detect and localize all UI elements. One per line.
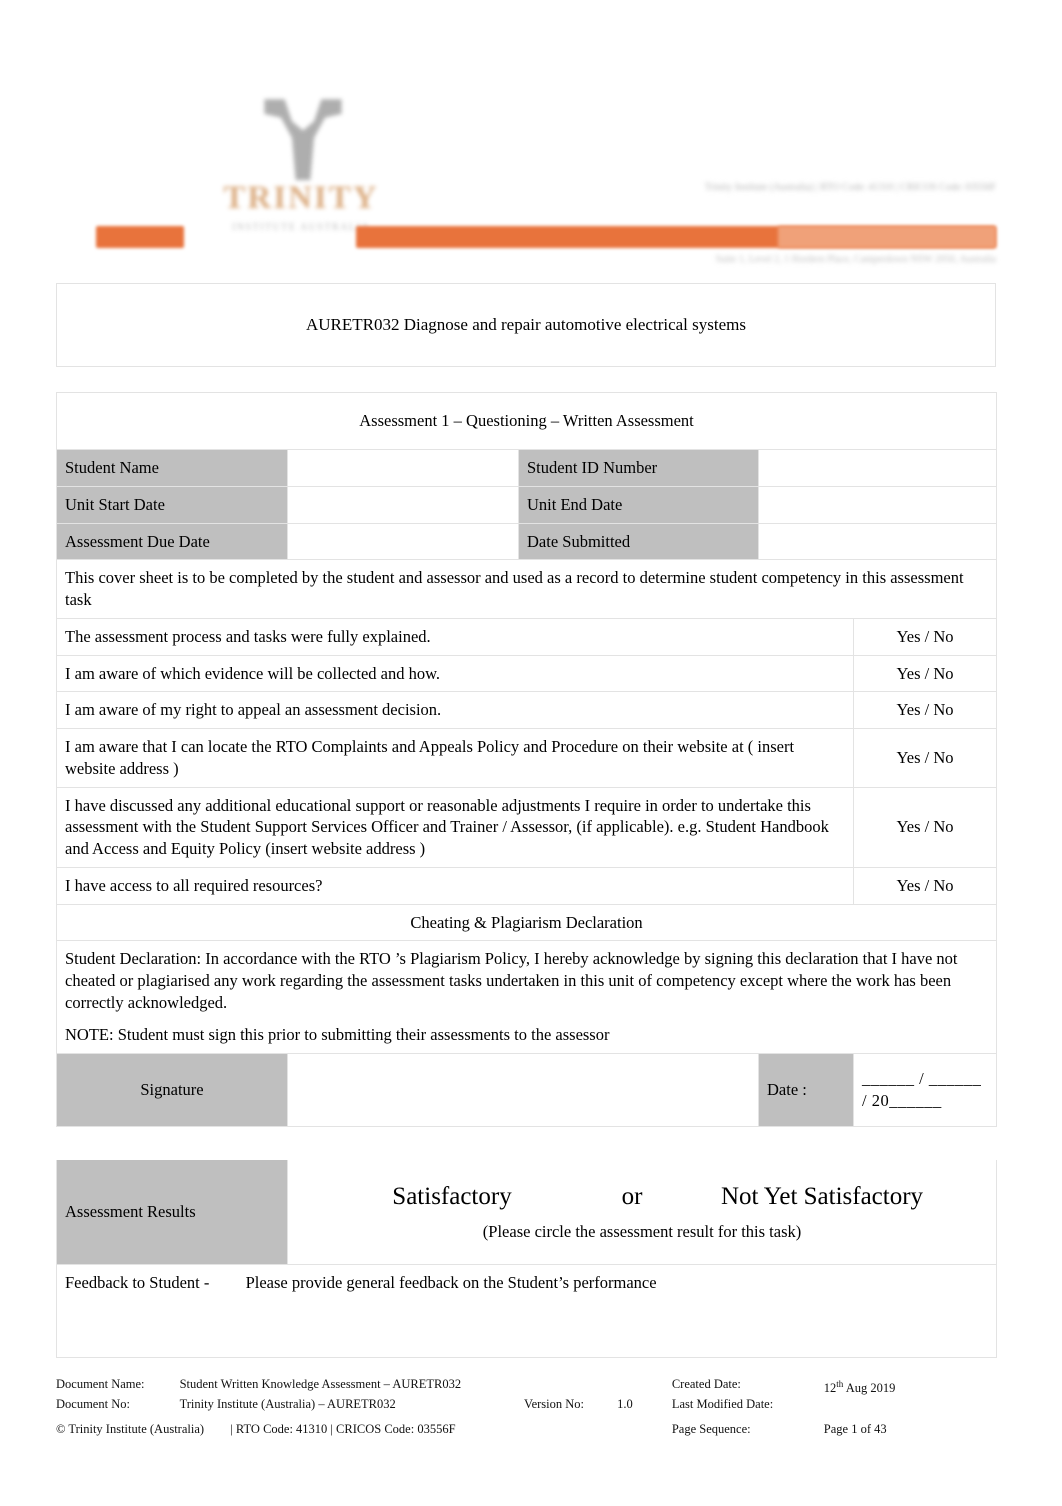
table-row: I have discussed any additional educatio… — [56, 786, 998, 868]
footer-copy-spacer-2 — [617, 1412, 672, 1437]
table-row: Assessment Results Satisfactory or Not Y… — [56, 1158, 998, 1265]
footer-created-date-label: Created Date: — [671, 1377, 741, 1391]
plagiarism-declaration-heading: Cheating & Plagiarism Declaration — [55, 903, 998, 942]
signature-input[interactable] — [287, 1052, 759, 1127]
assessment-due-date-label: Assessment Due Date — [56, 522, 288, 561]
result-not-yet-satisfactory-option[interactable]: Not Yet Satisfactory — [687, 1180, 957, 1213]
table-row: AURETR032 Diagnose and repair automotive… — [56, 283, 996, 367]
table-row: I am aware that I can locate the RTO Com… — [56, 728, 998, 788]
student-id-label: Student ID Number — [518, 449, 759, 487]
assessment-title-cell: Assessment 1 – Questioning – Written Ass… — [55, 392, 998, 450]
plagiarism-declaration-body: Student Declaration: In accordance with … — [55, 940, 998, 1054]
table-row: Feedback to Student - Please provide gen… — [55, 1263, 998, 1358]
result-choices: Satisfactory or Not Yet Satisfactory — [296, 1180, 988, 1213]
footer-document-no-label: Document No: — [56, 1397, 130, 1412]
table-row: This cover sheet is to be completed by t… — [55, 559, 998, 619]
footer-page-sequence-value: Page 1 of 43 — [823, 1422, 887, 1437]
accent-bar-left — [96, 226, 184, 248]
assessment-results-label: Assessment Results — [56, 1158, 288, 1265]
footer-last-modified-value — [824, 1396, 996, 1412]
checklist-item-1: The assessment process and tasks were fu… — [56, 617, 854, 656]
feedback-prompt: Please provide general feedback on the S… — [245, 1272, 657, 1292]
table-row: Student Declaration: In accordance with … — [55, 940, 998, 1054]
table-row: Cheating & Plagiarism Declaration — [55, 903, 998, 942]
footer-document-no-value: Trinity Institute (Australia) – AURETR03… — [179, 1397, 396, 1412]
accent-bar-right-fade — [778, 226, 996, 248]
assessment-results-options: Satisfactory or Not Yet Satisfactory (Pl… — [286, 1158, 998, 1265]
table-row: Assessment 1 – Questioning – Written Ass… — [55, 392, 998, 450]
result-instruction-note: (Please circle the assessment result for… — [482, 1222, 802, 1242]
feedback-label: Feedback to Student - — [65, 1272, 210, 1292]
footer-last-modified-label: Last Modified Date: — [671, 1397, 774, 1412]
footer-version-spacer-2 — [617, 1376, 672, 1396]
signature-label: Signature — [56, 1052, 288, 1127]
footer-copyright-line: © Trinity Institute (Australia) | RTO Co… — [56, 1412, 524, 1437]
student-id-input[interactable] — [757, 449, 998, 487]
checklist-answer-1[interactable]: Yes / No — [852, 617, 998, 656]
checklist-answer-6[interactable]: Yes / No — [852, 866, 998, 905]
footer-version-value: 1.0 — [617, 1397, 633, 1412]
unit-title-cell: AURETR032 Diagnose and repair automotive… — [56, 283, 996, 367]
checklist-item-5: I have discussed any additional educatio… — [56, 786, 854, 868]
footer-version-label: Version No: — [523, 1397, 585, 1412]
checklist-answer-4[interactable]: Yes / No — [852, 728, 998, 788]
date-submitted-input[interactable] — [757, 522, 998, 561]
student-name-label: Student Name — [56, 449, 288, 487]
table-row: I am aware of my right to appeal an asse… — [56, 691, 998, 730]
trinity-bull-icon — [264, 99, 342, 181]
table-row: The assessment process and tasks were fu… — [56, 617, 998, 656]
letterhead-address-line-2: Suite 1, Level 2, 1 Hordern Place, Campe… — [715, 254, 996, 265]
result-or-separator: or — [621, 1183, 643, 1211]
cover-sheet-table: Assessment 1 – Questioning – Written Ass… — [55, 392, 998, 1358]
letterhead: TRINITY INSTITUTE AUSTRALIA Trinity Inst… — [56, 30, 996, 275]
spacer-row — [55, 1125, 998, 1160]
unit-end-date-input[interactable] — [757, 485, 998, 524]
table-row: © Trinity Institute (Australia) | RTO Co… — [56, 1412, 996, 1437]
footer-copy-spacer-1 — [524, 1412, 617, 1437]
checklist-item-3: I am aware of my right to appeal an asse… — [56, 691, 854, 730]
footer-created-date-value: 12th Aug 2019 — [823, 1379, 896, 1396]
signature-date-label: Date : — [758, 1052, 854, 1127]
declaration-body-text: Student Declaration: In accordance with … — [65, 949, 958, 1013]
assessment-due-date-input[interactable] — [287, 522, 519, 561]
signature-date-input[interactable]: ______ / ______ / 20______ — [852, 1052, 998, 1127]
checklist-answer-2[interactable]: Yes / No — [852, 654, 998, 693]
student-name-input[interactable] — [287, 449, 519, 487]
table-row: I am aware of which evidence will be col… — [56, 654, 998, 693]
table-row: Document No: Trinity Institute (Australi… — [56, 1396, 996, 1412]
declaration-note-text: NOTE: Student must sign this prior to su… — [65, 1024, 610, 1044]
checklist-item-2: I am aware of which evidence will be col… — [56, 654, 854, 693]
table-row: Document Name: Student Written Knowledge… — [56, 1376, 996, 1396]
table-row: Student Name Student ID Number — [56, 449, 998, 487]
footer-version-spacer-1 — [524, 1376, 617, 1396]
footer-document-name-label: Document Name: — [56, 1377, 145, 1391]
unit-start-date-input[interactable] — [287, 485, 519, 524]
unit-title-table: AURETR032 Diagnose and repair automotive… — [56, 283, 996, 367]
table-row — [55, 1125, 998, 1160]
table-row: Signature Date : ______ / ______ / 20___… — [56, 1052, 998, 1127]
table-row: Assessment Due Date Date Submitted — [56, 522, 998, 561]
letterhead-address-line-1: Trinity Institute (Australia) | RTO Code… — [704, 182, 996, 193]
date-submitted-label: Date Submitted — [518, 522, 759, 561]
footer-page-sequence-label: Page Sequence: — [671, 1422, 751, 1437]
result-satisfactory-option[interactable]: Satisfactory — [327, 1180, 577, 1213]
logo-wordmark: TRINITY — [223, 180, 379, 216]
unit-start-date-label: Unit Start Date — [56, 485, 288, 524]
footer-copyright: © Trinity Institute (Australia) — [56, 1422, 205, 1437]
checklist-item-4: I am aware that I can locate the RTO Com… — [56, 728, 854, 788]
footer-codes: | RTO Code: 41310 | CRICOS Code: 03556F — [230, 1422, 456, 1437]
checklist-item-6: I have access to all required resources? — [56, 866, 854, 905]
checklist-answer-5[interactable]: Yes / No — [852, 786, 998, 868]
table-row: I have access to all required resources?… — [56, 866, 998, 905]
unit-end-date-label: Unit End Date — [518, 485, 759, 524]
document-page: TRINITY INSTITUTE AUSTRALIA Trinity Inst… — [0, 0, 1062, 1506]
footer-table: Document Name: Student Written Knowledge… — [56, 1376, 996, 1437]
checklist-answer-3[interactable]: Yes / No — [852, 691, 998, 730]
feedback-to-student-cell[interactable]: Feedback to Student - Please provide gen… — [55, 1263, 998, 1358]
footer-document-name-value: Student Written Knowledge Assessment – A… — [179, 1377, 462, 1391]
page-footer: Document Name: Student Written Knowledge… — [56, 1376, 996, 1437]
table-row: Unit Start Date Unit End Date — [56, 485, 998, 524]
cover-note-text: This cover sheet is to be completed by t… — [55, 559, 998, 619]
